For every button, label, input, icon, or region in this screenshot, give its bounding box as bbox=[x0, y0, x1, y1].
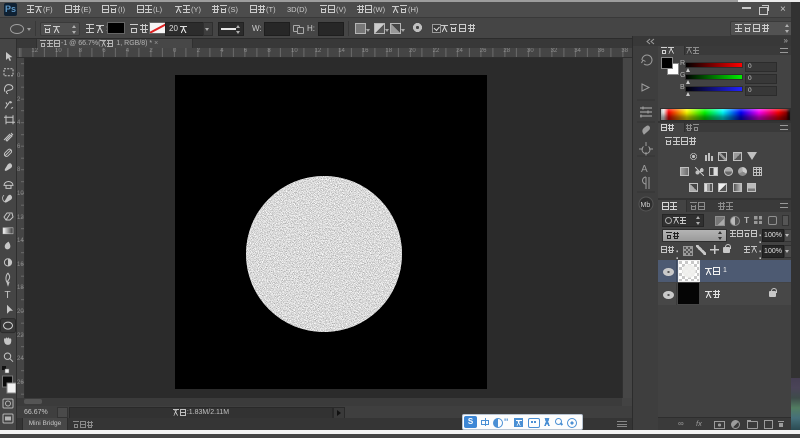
svg-text:A: A bbox=[641, 164, 648, 175]
svg-text:Mb: Mb bbox=[641, 202, 651, 209]
svg-text:T: T bbox=[5, 290, 11, 301]
